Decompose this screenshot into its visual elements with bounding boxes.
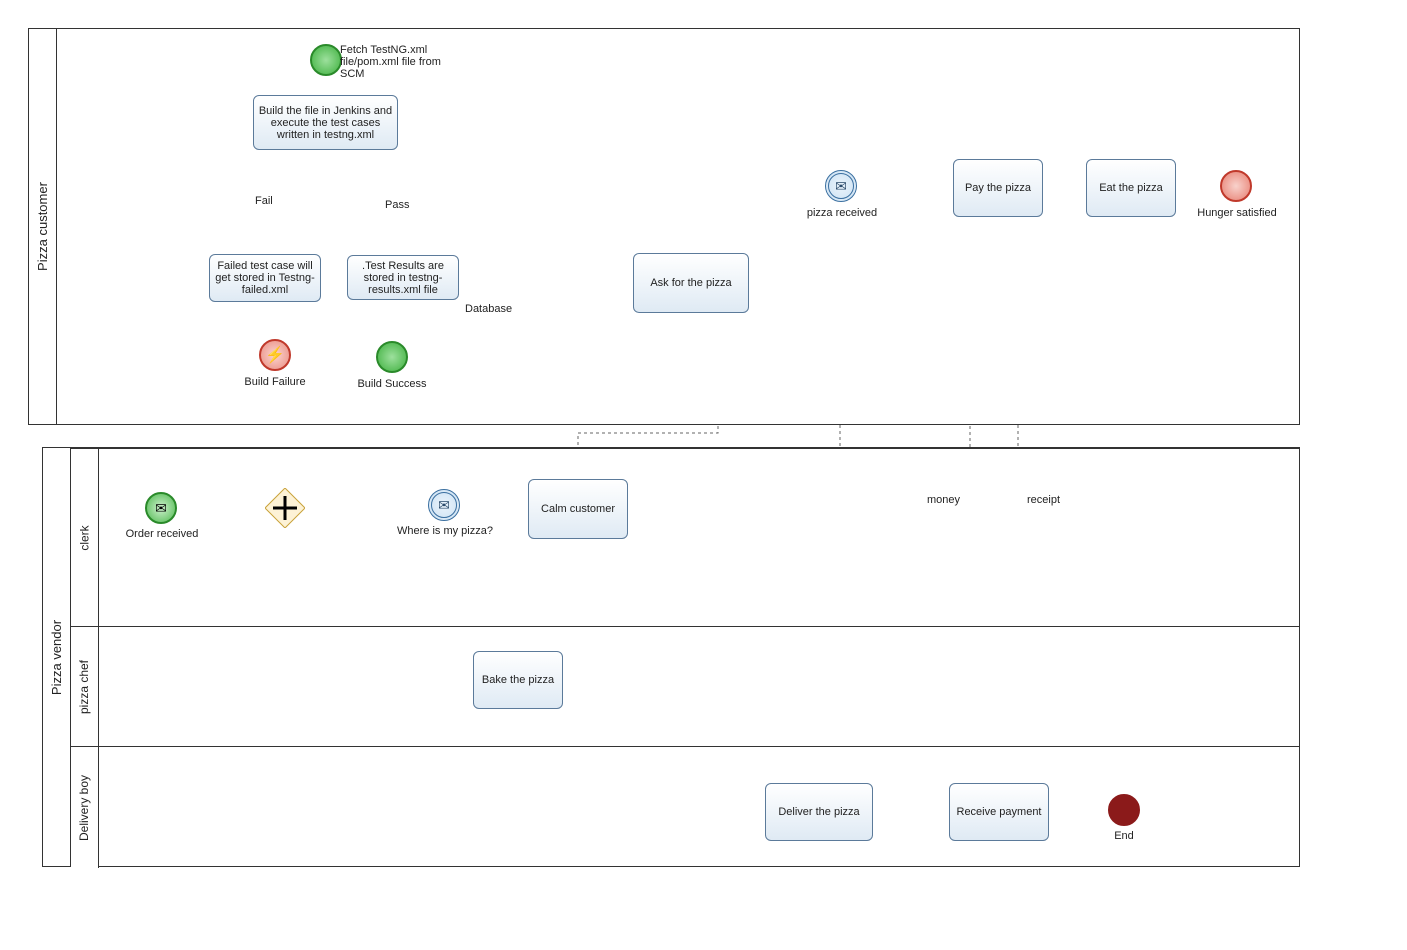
task-results-stored[interactable]: .Test Results are stored in testng-resul…	[347, 255, 459, 300]
task-deliver-pizza[interactable]: Deliver the pizza	[765, 783, 873, 841]
event-where-pizza[interactable]: ✉	[428, 489, 460, 521]
envelope-icon: ✉	[155, 500, 167, 517]
event-pizza-received[interactable]: ✉	[825, 170, 857, 202]
end-event-build-success[interactable]	[376, 341, 408, 373]
lane-label-clerk: clerk	[71, 449, 99, 626]
bolt-icon: ⚡	[265, 345, 285, 365]
hunger-label: Hunger satisfied	[1177, 207, 1297, 219]
lane-pizza-chef: pizza chef	[71, 626, 1299, 746]
task-calm-customer[interactable]: Calm customer	[528, 479, 628, 539]
end-event-terminate[interactable]	[1108, 794, 1140, 826]
end-event-hunger[interactable]	[1220, 170, 1252, 202]
order-received-label: Order received	[102, 528, 222, 540]
edge-fail: Fail	[255, 195, 273, 207]
edge-money: money	[927, 494, 960, 506]
where-pizza-label: Where is my pizza?	[385, 525, 505, 537]
edge-pass: Pass	[385, 199, 409, 211]
task-receive-payment[interactable]: Receive payment	[949, 783, 1049, 841]
task-build-file[interactable]: Build the file in Jenkins and execute th…	[253, 95, 398, 150]
end-event-build-failure[interactable]: ⚡	[259, 339, 291, 371]
start-event-label: Fetch TestNG.xml file/pom.xml file from …	[340, 44, 460, 80]
task-eat-pizza[interactable]: Eat the pizza	[1086, 159, 1176, 217]
lane-label-chef: pizza chef	[71, 627, 99, 746]
task-failed-tc[interactable]: Failed test case will get stored in Test…	[209, 254, 321, 302]
pizza-received-label: pizza received	[782, 207, 902, 219]
gateway-parallel[interactable]	[265, 488, 305, 528]
pool-label-customer: Pizza customer	[29, 29, 57, 424]
edge-receipt: receipt	[1027, 494, 1060, 506]
task-ask-pizza[interactable]: Ask for the pizza	[633, 253, 749, 313]
lane-label-delivery: Delivery boy	[71, 747, 99, 868]
pool-pizza-customer: Pizza customer	[28, 28, 1300, 425]
envelope-icon: ✉	[438, 497, 450, 514]
task-pay-pizza[interactable]: Pay the pizza	[953, 159, 1043, 217]
start-event-order-received[interactable]: ✉	[145, 492, 177, 524]
build-success-label: Build Success	[332, 378, 452, 390]
start-event[interactable]	[310, 44, 342, 76]
envelope-icon: ✉	[835, 178, 847, 195]
lane-clerk: clerk	[71, 448, 1299, 626]
pool-label-vendor: Pizza vendor	[43, 448, 71, 866]
edge-database: Database	[465, 303, 512, 315]
task-bake-pizza[interactable]: Bake the pizza	[473, 651, 563, 709]
end-label: End	[1064, 830, 1184, 842]
build-failure-label: Build Failure	[215, 376, 335, 388]
